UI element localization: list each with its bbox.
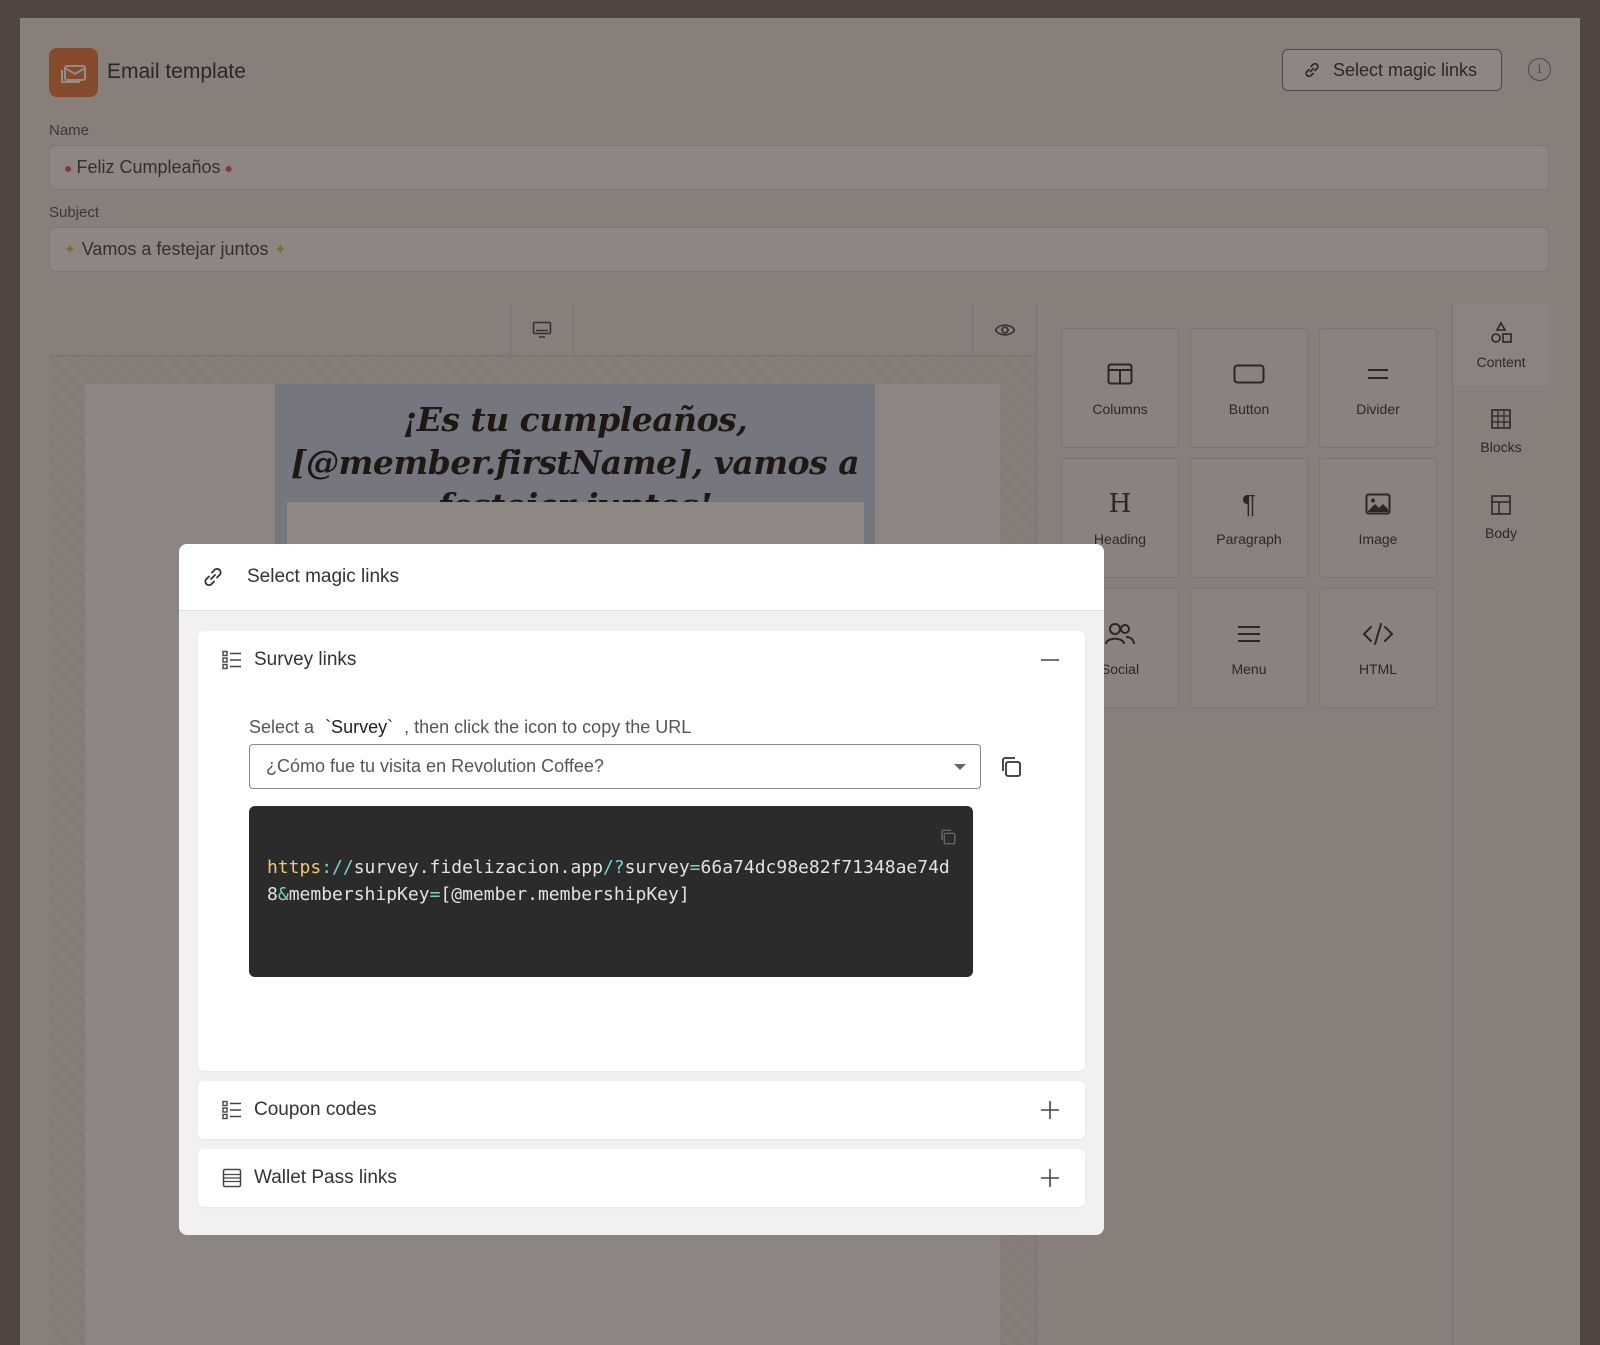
hint-code: `Survey` bbox=[325, 717, 394, 737]
url-host: survey.fidelizacion.app bbox=[353, 857, 603, 878]
plus-icon bbox=[1041, 1101, 1059, 1119]
url-membership-key: [@member.membershipKey] bbox=[440, 884, 690, 905]
hint-suffix: , then click the icon to copy the URL bbox=[404, 717, 692, 737]
wallet-pass-links-title: Wallet Pass links bbox=[254, 1167, 397, 1188]
plus-icon bbox=[1041, 1169, 1059, 1187]
survey-links-header[interactable]: Survey links bbox=[198, 631, 1085, 689]
wallet-card-icon bbox=[222, 1168, 242, 1188]
copy-url-button[interactable] bbox=[999, 755, 1023, 779]
survey-select[interactable]: ¿Cómo fue tu visita en Revolution Coffee… bbox=[249, 744, 981, 789]
survey-hint: Select a `Survey` , then click the icon … bbox=[249, 717, 691, 738]
url-ampersand: & bbox=[277, 884, 289, 905]
wallet-pass-links-header[interactable]: Wallet Pass links bbox=[198, 1149, 1085, 1207]
modal-title: Select magic links bbox=[247, 566, 400, 587]
wallet-pass-links-panel[interactable]: Wallet Pass links bbox=[198, 1149, 1085, 1207]
survey-url-code: https://survey.fidelizacion.app/?survey=… bbox=[249, 806, 973, 977]
url-scheme: https bbox=[267, 857, 322, 878]
select-magic-links-modal: Select magic links Survey links Select a… bbox=[179, 544, 1104, 1235]
coupon-codes-title: Coupon codes bbox=[254, 1099, 377, 1120]
collapse-button[interactable] bbox=[1039, 649, 1061, 671]
url-equals: = bbox=[689, 857, 701, 878]
survey-links-title: Survey links bbox=[254, 649, 357, 670]
coupon-codes-panel[interactable]: Coupon codes bbox=[198, 1081, 1085, 1139]
url-param-membership: membershipKey bbox=[288, 884, 430, 905]
copy-code-icon[interactable] bbox=[939, 828, 957, 846]
coupon-codes-header[interactable]: Coupon codes bbox=[198, 1081, 1085, 1139]
url-separator: :// bbox=[321, 857, 354, 878]
expand-button[interactable] bbox=[1039, 1099, 1061, 1121]
url-param-survey: survey bbox=[624, 857, 690, 878]
list-icon bbox=[222, 1100, 241, 1120]
list-icon bbox=[222, 650, 241, 670]
hint-prefix: Select a bbox=[249, 717, 315, 737]
url-path: /? bbox=[602, 857, 625, 878]
survey-links-panel: Survey links Select a `Survey` , then cl… bbox=[198, 631, 1085, 1071]
modal-header: Select magic links bbox=[179, 544, 1104, 611]
chevron-down-icon bbox=[954, 764, 966, 770]
link-icon bbox=[204, 568, 222, 586]
expand-button[interactable] bbox=[1039, 1167, 1061, 1189]
survey-select-value: ¿Cómo fue tu visita en Revolution Coffee… bbox=[266, 756, 604, 776]
minus-icon bbox=[1041, 659, 1059, 661]
copy-icon bbox=[1002, 757, 1021, 777]
url-equals: = bbox=[429, 884, 441, 905]
